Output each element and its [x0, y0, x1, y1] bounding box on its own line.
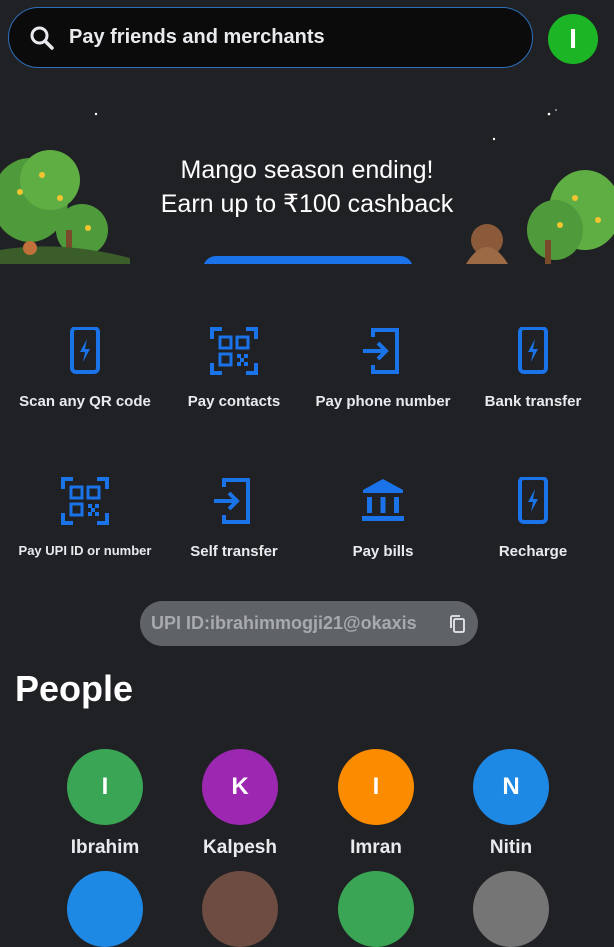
bank-transfer-action[interactable]: Bank transfer — [458, 327, 608, 410]
action-label: Pay contacts — [187, 393, 281, 410]
action-label: Pay phone number — [315, 393, 451, 410]
pay-upi-id-action[interactable]: Pay UPI ID or number — [10, 477, 160, 558]
person-name: Imran — [350, 837, 402, 858]
person-contact[interactable]: I Ibrahim — [45, 749, 165, 859]
scan-qr-action[interactable]: Scan any QR code — [10, 327, 160, 410]
recharge-action[interactable]: Recharge — [458, 477, 608, 560]
self-transfer-action[interactable]: Self transfer — [159, 477, 309, 560]
profile-avatar[interactable]: I — [548, 14, 598, 64]
action-label: Self transfer — [190, 543, 278, 560]
people-section-title: People — [15, 668, 134, 709]
upi-id-pill[interactable]: UPI ID:ibrahimmogji21@okaxis — [140, 601, 478, 646]
banner-cta-button[interactable] — [203, 256, 413, 264]
avatar[interactable] — [202, 871, 278, 947]
pay-phone-number-action[interactable]: Pay phone number — [308, 327, 458, 410]
promo-banner[interactable]: Mango season ending! Earn up to ₹100 cas… — [0, 80, 614, 264]
person-contact[interactable]: I Imran — [316, 749, 436, 859]
upi-id-text: UPI ID:ibrahimmogji21@okaxis — [151, 613, 417, 633]
avatar: I — [338, 749, 414, 825]
avatar[interactable] — [67, 871, 143, 947]
phone-bolt-icon — [518, 327, 548, 374]
pay-contacts-action[interactable]: Pay contacts — [159, 327, 309, 410]
person-name: Nitin — [489, 837, 533, 858]
person-name: Ibrahim — [70, 837, 140, 858]
qr-code-icon — [61, 477, 109, 525]
search-bar[interactable] — [8, 7, 533, 68]
person-contact[interactable]: N Nitin — [451, 749, 571, 859]
action-label: Recharge — [498, 543, 568, 560]
phone-arrow-icon — [363, 328, 399, 374]
person-name: Kalpesh — [203, 837, 277, 858]
avatar[interactable] — [473, 871, 549, 947]
banner-subheadline: Earn up to ₹100 cashback — [160, 190, 454, 218]
avatar: I — [67, 749, 143, 825]
avatar[interactable] — [338, 871, 414, 947]
copy-icon[interactable] — [448, 614, 468, 634]
pay-bills-action[interactable]: Pay bills — [308, 477, 458, 560]
phone-bolt-icon — [70, 327, 100, 374]
search-input[interactable] — [67, 25, 501, 50]
qr-code-icon — [210, 327, 258, 375]
person-contact[interactable]: K Kalpesh — [180, 749, 300, 859]
action-label: Pay UPI ID or number — [18, 543, 152, 558]
phone-bolt-icon — [518, 477, 548, 524]
banner-headline: Mango season ending! — [180, 156, 434, 184]
search-icon — [30, 26, 54, 50]
avatar: N — [473, 749, 549, 825]
bank-icon — [362, 479, 404, 521]
action-label: Pay bills — [352, 543, 414, 560]
phone-arrow-icon — [214, 478, 250, 524]
avatar: K — [202, 749, 278, 825]
action-label: Scan any QR code — [19, 393, 151, 410]
action-label: Bank transfer — [484, 393, 582, 410]
